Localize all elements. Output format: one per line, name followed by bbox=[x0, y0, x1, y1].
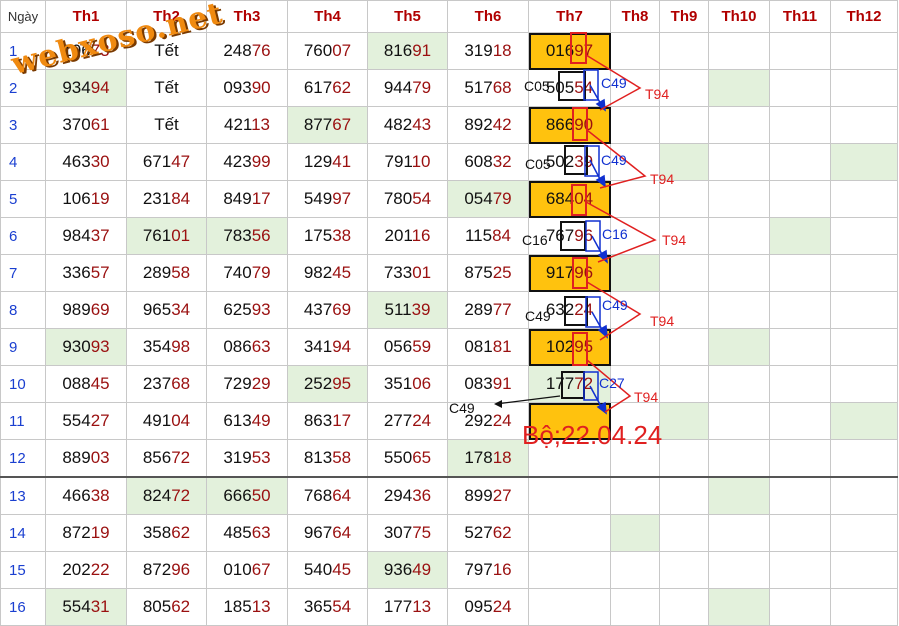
digit-box bbox=[564, 145, 588, 175]
digit-box bbox=[558, 71, 586, 101]
digit-box-red bbox=[572, 332, 588, 366]
label-c16: C16 bbox=[522, 232, 548, 248]
digit-box bbox=[561, 371, 585, 399]
label-c27: C27 bbox=[599, 375, 625, 391]
label-t94: T94 bbox=[645, 86, 670, 102]
label-c05: C05 bbox=[525, 156, 551, 172]
digit-box-red bbox=[572, 107, 588, 141]
label-c49: C49 bbox=[601, 152, 627, 168]
label-t94: T94 bbox=[650, 313, 675, 329]
digit-box bbox=[560, 221, 586, 251]
digit-box-red bbox=[572, 257, 588, 289]
digit-box-red bbox=[570, 32, 587, 64]
label-c49: C49 bbox=[602, 297, 628, 313]
label-c49: C49 bbox=[449, 400, 475, 416]
label-t94: T94 bbox=[662, 232, 687, 248]
label-c16: C16 bbox=[602, 226, 628, 242]
label-c49: C49 bbox=[525, 308, 551, 324]
digit-box bbox=[564, 296, 588, 326]
digit-box-red bbox=[571, 184, 587, 216]
label-t94: T94 bbox=[650, 171, 675, 187]
label-c49: C49 bbox=[601, 75, 627, 91]
label-c05: C05 bbox=[524, 78, 550, 94]
annotation-overlay bbox=[494, 32, 657, 415]
bo-date-label: Bộ;22.04.24 bbox=[522, 420, 663, 450]
label-t94: T94 bbox=[634, 389, 659, 405]
